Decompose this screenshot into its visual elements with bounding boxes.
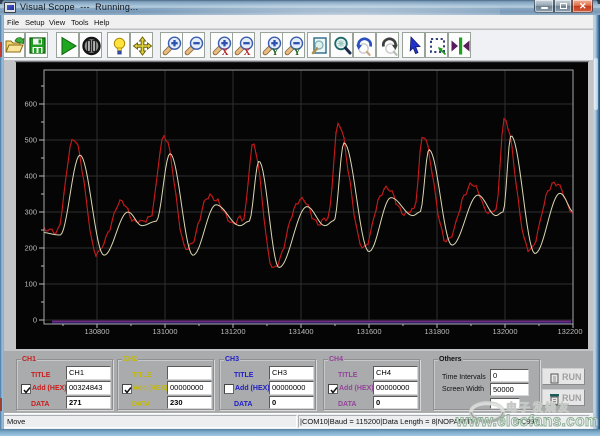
svg-text:电子发烧友: 电子发烧友 bbox=[506, 400, 571, 414]
svg-text:www.elecfans.com: www.elecfans.com bbox=[455, 413, 599, 430]
